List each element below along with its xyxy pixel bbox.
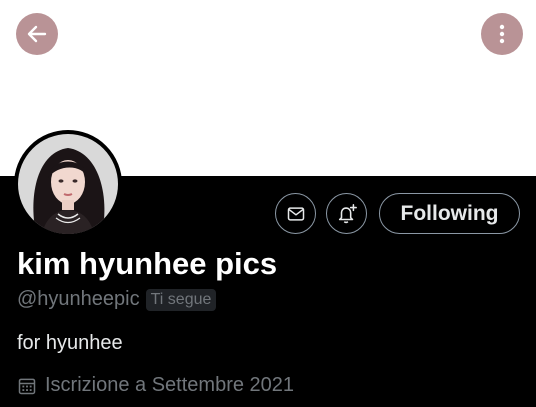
profile-handle: @hyunheepic: [17, 288, 140, 310]
bell-plus-icon: [338, 203, 357, 223]
following-button[interactable]: Following: [379, 193, 520, 234]
avatar[interactable]: [14, 130, 122, 238]
mail-icon: [287, 206, 304, 221]
joined-date: Iscrizione a Settembre 2021: [45, 374, 295, 396]
notifications-button[interactable]: [326, 193, 367, 234]
more-options-button[interactable]: [481, 13, 523, 55]
profile-bio: for hyunhee: [17, 332, 123, 354]
joined-date-row: Iscrizione a Settembre 2021: [17, 374, 294, 397]
back-button[interactable]: [16, 13, 58, 55]
message-button[interactable]: [275, 193, 316, 234]
calendar-icon: [18, 378, 36, 394]
handle-row: @hyunheepic Ti segue: [17, 288, 217, 311]
arrow-left-icon: [27, 25, 47, 43]
follows-you-badge: Ti segue: [145, 288, 217, 311]
more-vertical-icon: [499, 24, 505, 44]
profile-display-name: kim hyunhee pics: [17, 246, 278, 281]
